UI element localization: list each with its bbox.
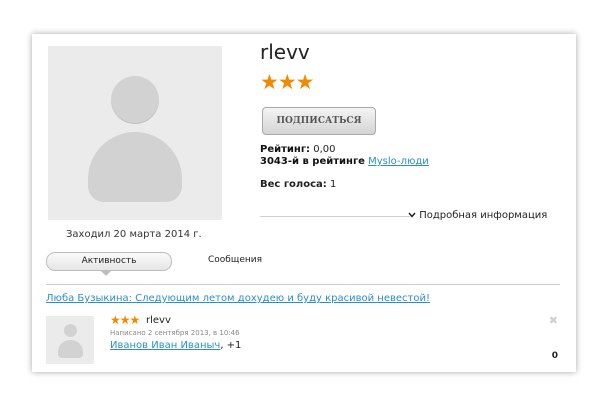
rank-text: 3043-й в рейтинге	[260, 156, 365, 167]
activity-post-link[interactable]: Люба Бузыкина: Следующим летом дохудею и…	[46, 293, 430, 304]
chevron-down-icon	[408, 212, 416, 218]
avatar-head-shape	[64, 324, 77, 337]
avatar-body-shape	[58, 340, 83, 358]
rating-stats: Рейтинг: 0,00 3043-й в рейтинге Myslo-лю…	[260, 144, 429, 168]
last-visit-text: Заходил 20 марта 2014 г.	[66, 229, 202, 240]
profile-card: Заходил 20 марта 2014 г. rlevv ★★★ ПОДПИ…	[32, 34, 576, 372]
profile-tabs: Активность Сообщения	[46, 252, 560, 276]
tab-messages[interactable]: Сообщения	[208, 255, 262, 265]
rank-link[interactable]: Myslo-люди	[368, 156, 429, 167]
tabs-divider	[46, 284, 560, 285]
active-tab-pointer	[101, 271, 111, 276]
feed-date: Написано 2 сентября 2013, в 10:46	[110, 329, 240, 337]
rating-value: 0,00	[313, 144, 336, 155]
vote-weight: Вес голоса: 1	[260, 179, 336, 190]
more-info-label: Подробная информация	[419, 210, 548, 221]
vote-label: Вес голоса:	[260, 179, 327, 190]
close-icon[interactable]: ✖	[549, 314, 558, 327]
list-item: ★★★ rlevv Написано 2 сентября 2013, в 10…	[46, 312, 560, 364]
tab-activity[interactable]: Активность	[46, 252, 172, 271]
rating-stars-icon: ★★★	[260, 70, 314, 94]
feed-author-link[interactable]: Иванов Иван Иваныч	[110, 340, 220, 351]
avatar-body-shape	[88, 132, 182, 202]
feed-avatar[interactable]	[46, 316, 94, 364]
more-info-divider	[260, 216, 410, 217]
feed-extra: , +1	[220, 340, 242, 351]
feed-username: rlevv	[146, 315, 171, 326]
username-title: rlevv	[260, 40, 310, 64]
subscribe-button[interactable]: ПОДПИСАТЬСЯ	[262, 107, 376, 135]
avatar-head-shape	[111, 76, 159, 124]
more-info-toggle[interactable]: Подробная информация	[408, 210, 547, 221]
feed-author-line: Иванов Иван Иваныч, +1	[110, 340, 241, 351]
vote-value: 1	[329, 179, 337, 190]
feed-count: 0	[551, 351, 558, 361]
profile-avatar[interactable]	[48, 46, 222, 220]
rating-label: Рейтинг:	[260, 144, 311, 155]
feed-stars-icon: ★★★	[110, 313, 140, 327]
